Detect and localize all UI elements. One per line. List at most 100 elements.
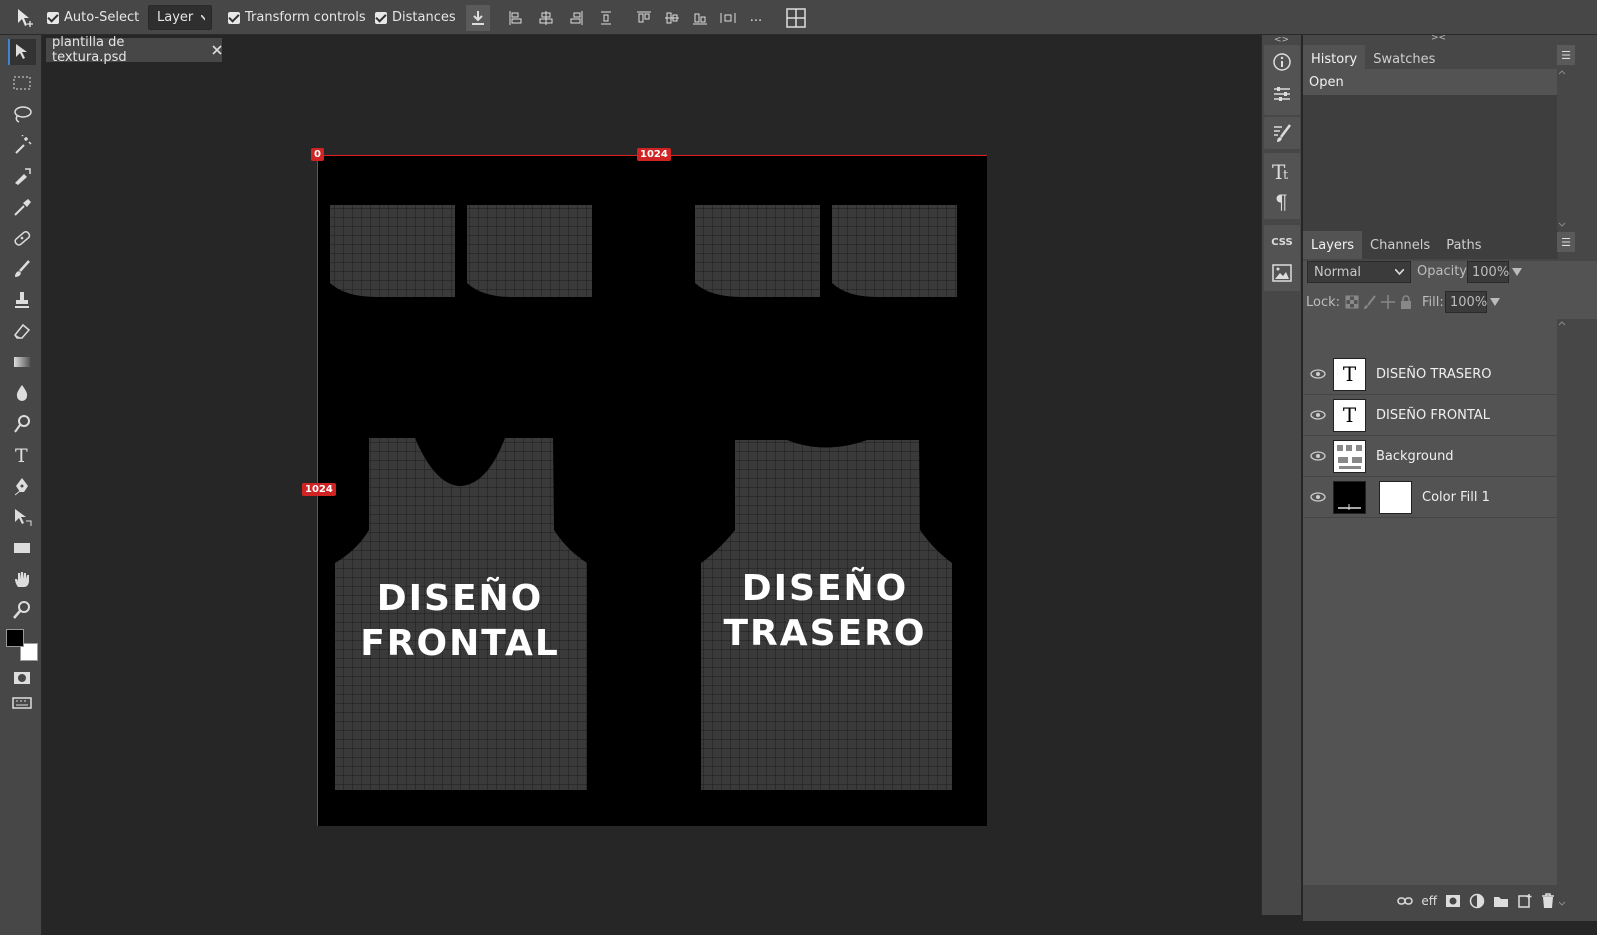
layer-name: DISEÑO TRASERO — [1376, 366, 1492, 382]
history-scrollbar[interactable] — [1557, 69, 1597, 229]
align-left-icon[interactable] — [505, 7, 527, 29]
magic-wand-tool-button[interactable] — [8, 132, 36, 158]
gradient-tool-button[interactable] — [8, 349, 36, 375]
lasso-tool-button[interactable] — [8, 101, 36, 127]
grid-layout-icon[interactable] — [785, 7, 807, 29]
move-tool-indicator-icon — [14, 0, 36, 35]
tab-paths[interactable]: Paths — [1438, 231, 1489, 259]
lock-transparency-icon[interactable] — [1345, 295, 1359, 309]
layer-row[interactable]: T DISEÑO FRONTAL — [1303, 395, 1558, 436]
image-icon[interactable] — [1267, 259, 1297, 287]
blur-tool-button[interactable] — [8, 380, 36, 406]
layer-row[interactable]: Color Fill 1 — [1303, 477, 1558, 518]
eraser-tool-button[interactable] — [8, 318, 36, 344]
checkbox-check-icon — [375, 11, 387, 24]
text-layer-thumbnail: T — [1333, 398, 1366, 432]
tab-channels[interactable]: Channels — [1362, 231, 1438, 259]
lock-pixels-icon[interactable] — [1363, 295, 1377, 309]
gradient-icon — [14, 357, 30, 367]
drop-icon — [16, 385, 28, 401]
tab-layers[interactable]: Layers — [1303, 231, 1363, 259]
opacity-dropdown-icon[interactable] — [1512, 268, 1522, 276]
brush-settings-icon[interactable] — [1267, 119, 1297, 147]
quick-mask-button[interactable] — [8, 665, 36, 691]
hand-tool-button[interactable] — [8, 566, 36, 592]
distances-label: Distances — [392, 10, 456, 25]
blend-mode-select[interactable]: Normal — [1307, 261, 1411, 283]
layer-row[interactable]: T DISEÑO TRASERO — [1303, 354, 1558, 395]
paragraph-icon[interactable]: ¶ — [1267, 188, 1297, 216]
history-menu-button[interactable]: ☰ — [1557, 45, 1575, 65]
fill-input[interactable]: 100% — [1445, 291, 1487, 313]
type-tool-button[interactable]: T — [8, 442, 36, 468]
zoom-tool-button[interactable] — [8, 597, 36, 623]
document-tab[interactable]: plantilla de textura.psd — [46, 35, 222, 65]
more-options-button[interactable]: ... — [745, 7, 767, 29]
info-icon[interactable] — [1267, 48, 1297, 76]
download-icon[interactable] — [466, 4, 490, 31]
add-mask-icon[interactable] — [1445, 894, 1461, 908]
bandage-icon — [14, 231, 31, 246]
effects-button[interactable]: eff — [1421, 894, 1437, 908]
align-top-icon[interactable] — [633, 7, 655, 29]
visibility-eye-icon[interactable] — [1303, 369, 1333, 379]
layers-menu-button[interactable]: ☰ — [1557, 232, 1575, 252]
distribute-horizontal-icon[interactable] — [717, 7, 739, 29]
character-icon[interactable]: Tt — [1267, 157, 1297, 185]
layer-mask-thumbnail — [1379, 480, 1412, 514]
zoom-icon — [13, 601, 30, 619]
layers-scrollbar[interactable] — [1557, 319, 1597, 909]
layer-controls: Normal Opacity: 100% Lock: Fill: 100% — [1305, 261, 1558, 321]
transform-controls-checkbox[interactable]: Transform controls — [228, 10, 366, 25]
delete-layer-icon[interactable] — [1541, 893, 1555, 909]
auto-select-checkbox[interactable]: Auto-Select — [47, 10, 139, 25]
chevron-down-icon — [1395, 269, 1404, 275]
visibility-eye-icon[interactable] — [1303, 492, 1333, 502]
eyedropper-tool-button[interactable] — [8, 194, 36, 220]
layer-row[interactable]: Background — [1303, 436, 1558, 477]
stamp-icon — [15, 292, 29, 308]
hand-icon — [15, 572, 29, 587]
marquee-tool-button[interactable] — [8, 70, 36, 96]
align-right-icon[interactable] — [565, 7, 587, 29]
pen-tool-button[interactable] — [8, 473, 36, 499]
adjustment-layer-icon[interactable] — [1469, 893, 1485, 909]
align-bottom-icon[interactable] — [689, 7, 711, 29]
move-tool-button[interactable] — [8, 39, 36, 65]
css-icon[interactable]: CSS — [1267, 228, 1297, 256]
rectangle-icon — [14, 543, 30, 553]
align-middle-icon[interactable] — [661, 7, 683, 29]
link-icon[interactable] — [1397, 895, 1414, 907]
distribute-vertical-icon[interactable] — [595, 7, 617, 29]
healing-tool-button[interactable] — [8, 225, 36, 251]
new-layer-icon[interactable] — [1517, 893, 1533, 909]
distances-checkbox[interactable]: Distances — [375, 10, 456, 25]
new-group-icon[interactable] — [1493, 894, 1509, 908]
front-right-panel — [467, 205, 592, 297]
visibility-eye-icon[interactable] — [1303, 451, 1333, 461]
opacity-input[interactable]: 100% — [1467, 261, 1509, 283]
path-selection-tool-button[interactable] — [8, 504, 36, 530]
mask-icon — [14, 672, 30, 684]
document-canvas[interactable]: DISEÑO FRONTAL DISEÑO TRASERO — [317, 155, 987, 826]
fill-dropdown-icon[interactable] — [1490, 298, 1500, 306]
keyboard-button[interactable] — [8, 690, 36, 716]
tools-panel: T — [0, 35, 42, 935]
lock-all-icon[interactable] — [1399, 295, 1413, 309]
close-icon[interactable] — [212, 45, 222, 55]
color-swatches[interactable] — [6, 629, 40, 663]
clone-stamp-tool-button[interactable] — [8, 287, 36, 313]
collapse-icon[interactable]: <> — [1274, 35, 1289, 45]
adjustments-icon[interactable] — [1267, 80, 1297, 108]
quick-selection-tool-button[interactable] — [8, 163, 36, 189]
shape-tool-button[interactable] — [8, 535, 36, 561]
layer-group-select[interactable]: Layer — [148, 5, 212, 30]
dodge-tool-button[interactable] — [8, 411, 36, 437]
marquee-icon — [13, 76, 31, 90]
visibility-eye-icon[interactable] — [1303, 410, 1333, 420]
lock-position-icon[interactable] — [1381, 295, 1395, 309]
history-item[interactable]: Open — [1303, 69, 1558, 95]
brush-tool-button[interactable] — [8, 256, 36, 282]
align-center-icon[interactable] — [535, 7, 557, 29]
foreground-color-swatch[interactable] — [6, 629, 24, 647]
